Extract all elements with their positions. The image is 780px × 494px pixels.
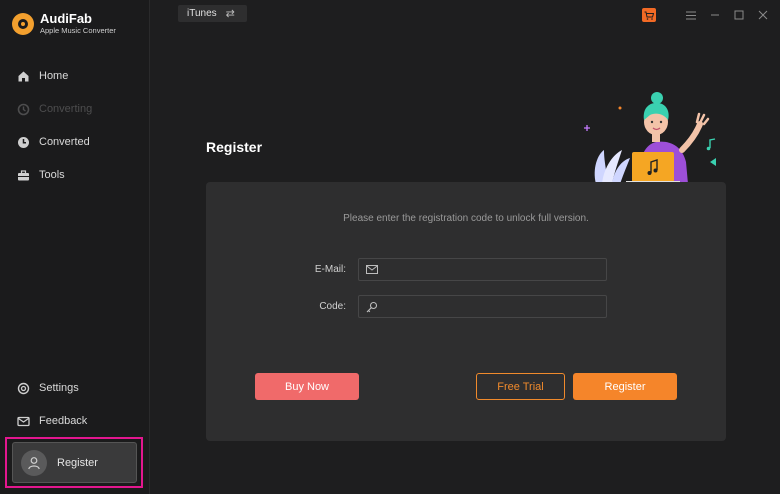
sidebar-item-label: Home [39, 70, 69, 82]
switch-source-icon[interactable]: ⇄ [226, 7, 235, 20]
register-highlight: Register [5, 437, 143, 488]
register-account-button[interactable]: Register [12, 442, 137, 483]
key-icon [366, 301, 378, 312]
window-controls [642, 8, 768, 22]
maximize-icon[interactable] [734, 10, 744, 20]
register-account-label: Register [57, 456, 98, 469]
code-input[interactable] [384, 301, 584, 312]
menu-icon[interactable] [686, 10, 696, 20]
envelope-icon [366, 265, 378, 275]
free-trial-button[interactable]: Free Trial [476, 373, 565, 400]
sidebar-item-converting[interactable]: Converting [16, 101, 92, 117]
converting-icon [16, 102, 30, 116]
sidebar-item-label: Converted [39, 136, 90, 148]
user-icon [28, 456, 40, 469]
sidebar-item-label: Tools [39, 169, 65, 181]
source-selector[interactable]: iTunes ⇄ [178, 5, 247, 22]
mail-icon [16, 414, 30, 428]
home-icon [16, 69, 30, 83]
audifab-logo-icon [12, 13, 34, 35]
app-name: AudiFab [40, 11, 92, 26]
page-title: Register [206, 139, 263, 155]
email-field[interactable] [358, 258, 607, 281]
sidebar: AudiFab Apple Music Converter Home Conve… [0, 0, 150, 494]
sidebar-item-tools[interactable]: Tools [16, 167, 65, 183]
register-illustration [584, 92, 716, 184]
email-label: E-Mail: [314, 264, 346, 275]
toolbox-icon [16, 168, 30, 182]
gear-icon [16, 381, 30, 395]
sidebar-item-converted[interactable]: Converted [16, 134, 90, 150]
sidebar-item-feedback[interactable]: Feedback [16, 413, 87, 429]
code-field[interactable] [358, 295, 607, 318]
register-card: Please enter the registration code to un… [206, 182, 726, 441]
sidebar-item-home[interactable]: Home [16, 68, 68, 84]
app-subtitle: Apple Music Converter [40, 26, 116, 35]
sidebar-item-label: Settings [39, 382, 79, 394]
source-label: iTunes [187, 8, 217, 19]
cart-icon[interactable] [642, 8, 656, 22]
close-icon[interactable] [758, 10, 768, 20]
email-input[interactable] [384, 264, 584, 275]
sidebar-item-label: Feedback [39, 415, 88, 427]
sidebar-item-settings[interactable]: Settings [16, 380, 79, 396]
app-logo: AudiFab Apple Music Converter [12, 12, 116, 36]
clock-icon [16, 135, 30, 149]
minimize-icon[interactable] [710, 10, 720, 20]
registration-hint: Please enter the registration code to un… [343, 213, 589, 224]
sidebar-item-label: Converting [39, 103, 93, 115]
register-button[interactable]: Register [573, 373, 677, 400]
avatar [21, 449, 47, 476]
code-label: Code: [319, 301, 346, 312]
buy-now-button[interactable]: Buy Now [255, 373, 359, 400]
